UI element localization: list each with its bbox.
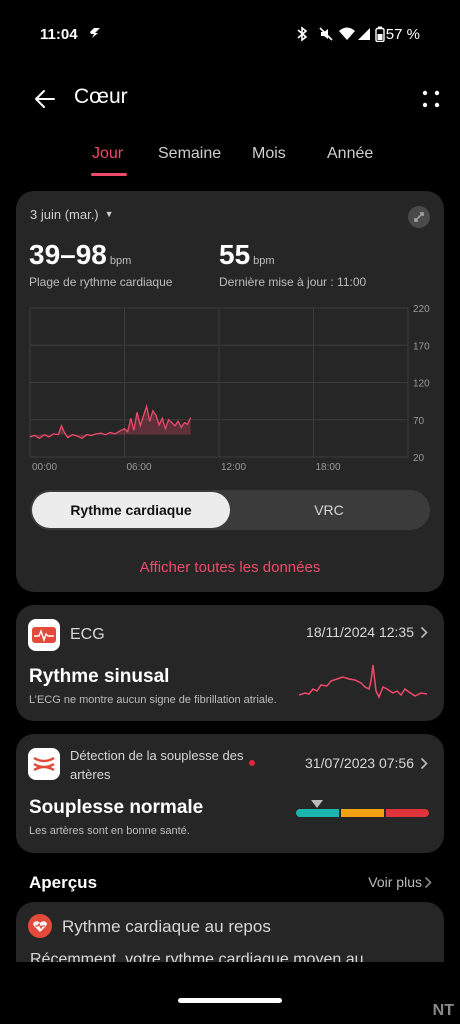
active-tab-indicator xyxy=(91,173,127,176)
range-unit: bpm xyxy=(109,255,132,267)
artery-stiffness-card[interactable]: Détection de la souplesse des artères 31… xyxy=(16,734,444,853)
ecg-card[interactable]: ECG 18/11/2024 12:35 Rythme sinusal L’EC… xyxy=(16,605,444,721)
heart-rate-range: 39–98 bpm xyxy=(29,239,131,271)
ecg-waveform xyxy=(299,664,427,699)
battery-percentage: 57 % xyxy=(385,26,420,43)
mute-icon xyxy=(319,27,333,41)
artery-result: Souplesse normale xyxy=(29,797,204,818)
chevron-right-icon xyxy=(420,757,428,770)
new-indicator-dot xyxy=(249,760,255,766)
heart-icon xyxy=(28,914,52,938)
last-value: 55 xyxy=(219,239,251,270)
x-tick-label: 00:00 xyxy=(32,462,57,473)
range-label: Plage de rythme cardiaque xyxy=(29,275,173,289)
stiffness-bar-high xyxy=(386,809,429,817)
ecg-title: ECG xyxy=(70,626,105,643)
date-label: 3 juin (mar.) xyxy=(30,207,99,222)
stiffness-level-marker xyxy=(311,800,324,808)
x-tick-label: 18:00 xyxy=(316,462,341,473)
chevron-right-icon xyxy=(424,876,432,889)
x-tick-label: 12:00 xyxy=(221,462,246,473)
chevron-right-icon xyxy=(420,626,428,639)
signal-icon xyxy=(358,28,370,40)
x-tick-label: 06:00 xyxy=(127,462,152,473)
date-selector[interactable]: 3 juin (mar.) ▼ xyxy=(30,207,114,222)
battery-icon xyxy=(375,26,385,42)
page-title: Cœur xyxy=(74,85,128,108)
y-tick-label: 70 xyxy=(413,416,425,427)
bluetooth-icon xyxy=(297,26,308,42)
artery-date: 31/07/2023 07:56 xyxy=(305,755,414,771)
range-value: 39–98 xyxy=(29,239,107,270)
tab-year[interactable]: Année xyxy=(327,145,373,163)
app-header: Cœur xyxy=(0,76,460,120)
toggle-hrv[interactable]: VRC xyxy=(230,502,428,518)
show-all-data-link[interactable]: Afficher toutes les données xyxy=(16,559,444,576)
artery-icon xyxy=(28,748,60,780)
see-more-link[interactable]: Voir plus xyxy=(368,874,422,890)
tab-month[interactable]: Mois xyxy=(252,145,286,163)
status-time: 11:04 xyxy=(40,26,78,43)
ecg-icon xyxy=(28,619,60,651)
tab-day[interactable]: Jour xyxy=(92,145,123,163)
wifi-icon xyxy=(339,27,355,40)
last-heart-rate: 55 bpm xyxy=(219,239,275,271)
stiffness-bar-normal xyxy=(296,809,339,817)
y-tick-label: 120 xyxy=(413,379,430,390)
caret-down-icon: ▼ xyxy=(104,209,114,219)
ecg-result: Rythme sinusal xyxy=(29,666,170,687)
home-indicator[interactable] xyxy=(178,998,282,1003)
artery-title: Détection de la souplesse des artères xyxy=(70,748,244,782)
last-update-label: Dernière mise à jour : 11:00 xyxy=(219,275,367,289)
fullscreen-icon[interactable] xyxy=(408,206,430,228)
stiffness-bar-medium xyxy=(341,809,384,817)
see-more-label: Voir plus xyxy=(368,874,422,890)
watermark-logo: NT xyxy=(432,1002,454,1019)
ecg-detail: L’ECG ne montre aucun signe de fibrillat… xyxy=(29,694,277,706)
resting-title: Rythme cardiaque au repos xyxy=(62,917,271,936)
resting-heart-rate-card[interactable]: Rythme cardiaque au repos Récemment, vot… xyxy=(16,902,444,962)
ecg-date: 18/11/2024 12:35 xyxy=(306,624,414,640)
status-bar: 11:04 57 % xyxy=(0,0,460,68)
y-tick-label: 20 xyxy=(413,453,425,464)
y-tick-label: 170 xyxy=(413,341,430,352)
tab-week[interactable]: Semaine xyxy=(158,145,221,163)
app-notification-icon xyxy=(90,28,100,38)
artery-detail: Les artères sont en bonne santé. xyxy=(29,825,190,837)
overview-title: Aperçus xyxy=(29,873,98,892)
heart-rate-chart[interactable]: 220 170 120 70 20 00:00 06:00 12:00 18:00 xyxy=(16,291,444,476)
resting-text: Récemment, votre rythme cardiaque moyen … xyxy=(30,951,364,962)
period-tabs: Jour Semaine Mois Année xyxy=(0,140,460,180)
more-options-icon[interactable] xyxy=(416,84,446,114)
y-tick-label: 220 xyxy=(413,304,430,315)
metric-toggle: Rythme cardiaque VRC xyxy=(30,490,430,530)
toggle-heart-rate[interactable]: Rythme cardiaque xyxy=(32,502,230,518)
last-unit: bpm xyxy=(253,255,275,267)
back-arrow-icon[interactable] xyxy=(30,84,60,114)
heart-rate-card: 3 juin (mar.) ▼ 39–98 bpm Plage de rythme … xyxy=(16,191,444,592)
